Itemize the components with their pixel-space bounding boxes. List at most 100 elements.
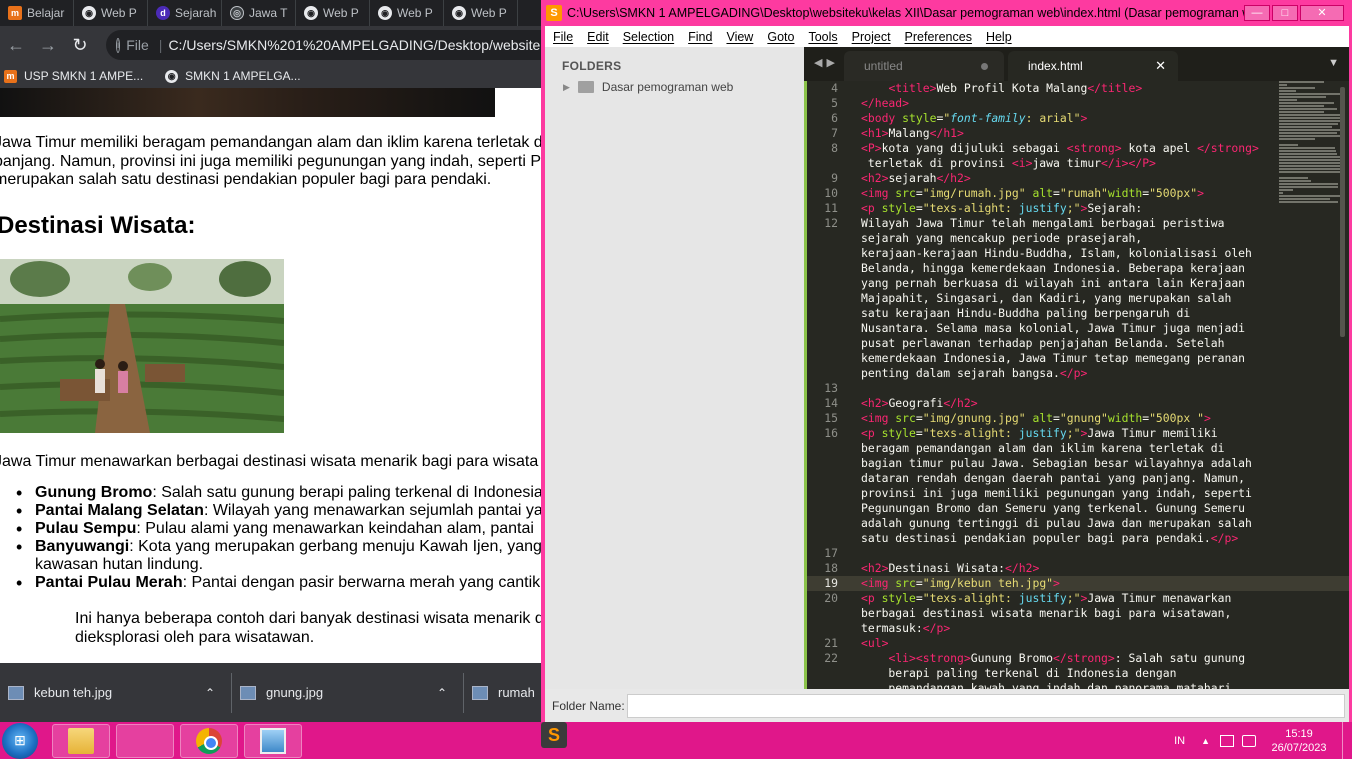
closing-paragraph: Ini hanya beberapa contoh dari banyak de…: [75, 610, 541, 647]
menu-goto[interactable]: Goto: [767, 30, 794, 44]
code-token: kota apel: [1121, 141, 1198, 155]
tab-nav-arrows-icon[interactable]: ◀▶: [814, 56, 839, 69]
minimap-line: [1279, 183, 1339, 185]
menu-find[interactable]: Find: [688, 30, 712, 44]
code-token: >: [1149, 156, 1156, 170]
menu-view[interactable]: View: [726, 30, 753, 44]
taskbar-explorer[interactable]: [52, 723, 110, 758]
menu-file[interactable]: File: [553, 30, 573, 44]
minimize-button[interactable]: —: [1244, 5, 1270, 21]
web-icon: ◉: [452, 6, 466, 20]
code-token: </: [1128, 156, 1143, 170]
minimap-line: [1279, 129, 1341, 131]
reload-icon[interactable]: ↻: [64, 35, 96, 56]
menu-help[interactable]: Help: [986, 30, 1012, 44]
minimap-line: [1279, 111, 1325, 113]
menu-project[interactable]: Project: [852, 30, 891, 44]
minimap-line: [1279, 177, 1308, 179]
folder-icon: [577, 81, 594, 93]
code-token: sejarah yang mencakup periode prasejarah…: [861, 231, 1143, 245]
chevron-up-icon[interactable]: ⌃: [205, 686, 215, 700]
browser-tab[interactable]: ◉ Web P: [296, 0, 370, 26]
browser-tab[interactable]: ◉ Web P: [444, 0, 518, 26]
code-token: font-family: [950, 111, 1026, 125]
menu-edit[interactable]: Edit: [587, 30, 609, 44]
menu-tools[interactable]: Tools: [808, 30, 837, 44]
minimap[interactable]: [1279, 81, 1349, 221]
menu-preferences[interactable]: Preferences: [905, 30, 972, 44]
close-button[interactable]: ✕: [1300, 5, 1344, 21]
code-line: termasuk:</p>: [861, 621, 950, 636]
taskbar-chrome[interactable]: [180, 723, 238, 758]
omnibox[interactable]: i File | C:/Users/SMKN%201%20AMPELGADING…: [106, 30, 541, 60]
url-separator: |: [158, 37, 163, 53]
tab-index-html[interactable]: index.html ✕: [1008, 51, 1178, 81]
code-token: <: [861, 126, 868, 140]
bookmark-usp[interactable]: m USP SMKN 1 AMPE...: [4, 69, 143, 83]
code-token: Jawa Timur menawarkan: [1087, 591, 1232, 605]
browser-tab[interactable]: m Belajar: [0, 0, 74, 26]
minimap-line: [1279, 156, 1342, 158]
taskbar-sublime[interactable]: S: [116, 722, 567, 758]
expand-arrow-icon[interactable]: ▶: [563, 82, 570, 93]
browser-tab[interactable]: ◎ Jawa T: [222, 0, 296, 26]
tab-menu-icon[interactable]: ▼: [1328, 57, 1339, 69]
download-item[interactable]: rumah: [464, 673, 541, 713]
network-icon[interactable]: [1220, 734, 1234, 747]
code-token: strong: [1066, 651, 1108, 665]
code-token: Belanda, hingga kemerdekaan Indonesia. B…: [861, 261, 1246, 275]
close-tab-icon[interactable]: ✕: [1155, 58, 1166, 74]
code-token: kemerdekaan Indonesia, Jawa Timur tetap …: [861, 351, 1246, 365]
editor-tab-bar: ◀▶ untitled index.html ✕ ▼: [804, 47, 1349, 81]
chevron-up-icon[interactable]: ⌃: [437, 686, 447, 700]
editor-scrollbar[interactable]: [1340, 87, 1345, 337]
code-line: <h1>Malang</h1>: [861, 126, 964, 141]
code-editor[interactable]: ◀▶ untitled index.html ✕ ▼ 4 5 6 7 8 9 10 11 12 1…: [804, 47, 1349, 695]
language-indicator[interactable]: IN: [1174, 735, 1185, 747]
folder-name-input[interactable]: [627, 693, 1345, 718]
list-item-desc: : Pulau alami yang menawarkan keindahan …: [136, 520, 534, 537]
code-token: src: [895, 576, 916, 590]
back-icon[interactable]: ←: [0, 35, 32, 56]
web-icon: ◉: [165, 69, 179, 83]
maximize-button[interactable]: □: [1272, 5, 1298, 21]
code-token: ;": [1066, 591, 1081, 605]
code-token: satu kerajaan Hindu-Buddha paling berpen…: [861, 306, 1191, 320]
minimap-line: [1279, 162, 1342, 164]
line-number: 5: [831, 96, 838, 110]
tab-untitled[interactable]: untitled: [844, 51, 1004, 81]
moodle-icon: m: [4, 69, 17, 83]
code-token: width: [1107, 411, 1143, 425]
code-token: >: [1203, 411, 1211, 425]
code-line: <title>Web Profil Kota Malang</title>: [861, 81, 1142, 96]
show-desktop-button[interactable]: [1342, 722, 1352, 759]
browser-tab[interactable]: d Sejarah: [148, 0, 222, 26]
action-center-flag-icon[interactable]: [1242, 734, 1256, 747]
list-item-desc: : Wilayah yang menawarkan sejumlah panta…: [203, 502, 541, 519]
moodle-icon: m: [8, 6, 22, 20]
start-button[interactable]: ⊞: [2, 722, 38, 759]
minimap-line: [1279, 81, 1325, 83]
browser-tab[interactable]: ◉ Web P: [74, 0, 148, 26]
forward-icon[interactable]: →: [32, 35, 64, 56]
tab-label: Web P: [323, 6, 359, 20]
info-icon[interactable]: i: [116, 37, 121, 53]
code-token: dataran rendah dengan daerah pantai yang…: [861, 471, 1246, 485]
line-number: 13: [824, 381, 838, 395]
bookmark-smkn[interactable]: ◉ SMKN 1 AMPELGA...: [165, 69, 301, 83]
code-line: yang pernah berkuasa di wilayah ini anta…: [861, 276, 1245, 291]
download-item[interactable]: gnung.jpg ⌃: [232, 672, 464, 713]
line-number: 20: [824, 591, 838, 605]
download-item[interactable]: kebun teh.jpg ⌃: [0, 672, 232, 713]
download-filename: kebun teh.jpg: [34, 685, 113, 700]
show-hidden-icons-icon[interactable]: ▲: [1201, 736, 1210, 746]
image-file-icon: [240, 685, 256, 700]
browser-tab[interactable]: ◉ Web P: [370, 0, 444, 26]
clock[interactable]: 15:19 26/07/2023: [1264, 727, 1334, 755]
taskbar-photos[interactable]: [244, 723, 302, 758]
url-text[interactable]: C:/Users/SMKN%201%20AMPELGADING/Desktop/…: [168, 37, 541, 53]
sidebar-folder[interactable]: ▶ Dasar pemograman web: [563, 80, 733, 94]
menu-selection[interactable]: Selection: [623, 30, 674, 44]
